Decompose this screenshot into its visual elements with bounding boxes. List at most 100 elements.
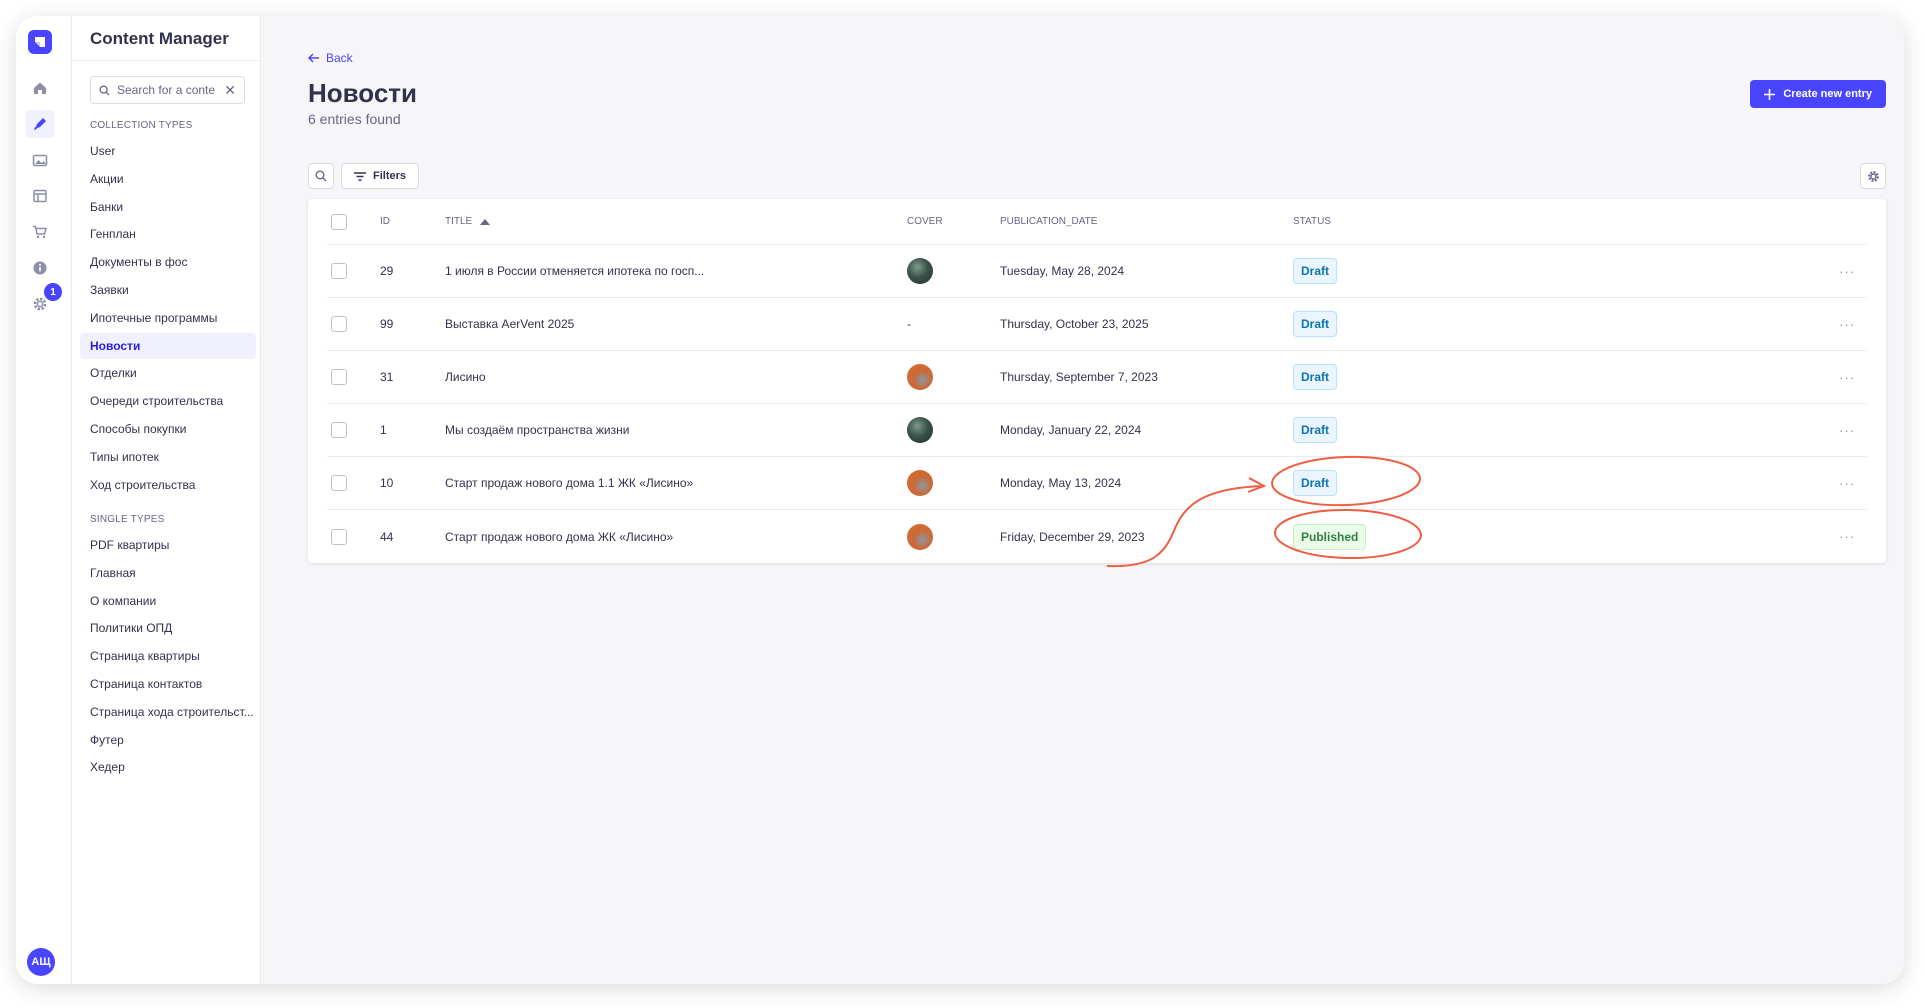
status-badge: Draft [1293, 364, 1338, 390]
filter-icon [354, 171, 366, 181]
single-type-item[interactable]: Хедер [80, 754, 256, 780]
single-types-label: SINGLE TYPES [90, 514, 165, 525]
column-header-id[interactable]: ID [380, 199, 390, 244]
page-title: Новости [308, 78, 418, 108]
cell-title: Выставка AerVent 2025 [445, 317, 575, 331]
single-type-item[interactable]: Страница хода строительст... [80, 699, 256, 725]
row-actions-button[interactable]: ··· [1839, 370, 1855, 385]
filters-button[interactable]: Filters [341, 163, 420, 189]
single-type-item[interactable]: Страница контактов [80, 671, 256, 697]
entries-table: ID TITLE COVER PUBLICATION_DATE STATUS 2… [308, 199, 1886, 563]
cell-publication-date: Tuesday, May 28, 2024 [1000, 264, 1125, 278]
nav-content-manager[interactable] [26, 110, 54, 138]
cover-thumbnail [907, 470, 933, 496]
cell-publication-date: Monday, January 22, 2024 [1000, 423, 1142, 437]
row-actions-button[interactable]: ··· [1839, 529, 1855, 544]
collection-type-item[interactable]: Типы ипотек [80, 444, 256, 470]
table-row[interactable]: 44 Старт продаж нового дома ЖК «Лисино» Fr… [327, 510, 1867, 563]
plus-icon [1764, 88, 1776, 100]
cell-publication-date: Monday, May 13, 2024 [1000, 476, 1122, 490]
search-placeholder: Search for a conte [117, 83, 216, 97]
row-actions-button[interactable]: ··· [1839, 476, 1855, 491]
table-row[interactable]: 29 1 июля в России отменяется ипотека по … [327, 245, 1867, 298]
single-type-item[interactable]: Страница квартиры [80, 643, 256, 669]
single-type-item[interactable]: Главная [80, 560, 256, 586]
row-checkbox[interactable] [331, 263, 347, 279]
row-checkbox[interactable] [331, 316, 347, 332]
user-avatar[interactable]: АЩ [27, 948, 55, 976]
column-header-status: STATUS [1293, 216, 1331, 227]
nav-media-library[interactable] [26, 146, 54, 174]
clear-search-icon[interactable]: ✕ [224, 82, 236, 99]
collection-type-item[interactable]: Акции [80, 166, 256, 192]
table-row[interactable]: 10 Старт продаж нового дома 1.1 ЖК «Лисин… [327, 457, 1867, 510]
status-badge: Draft [1293, 470, 1338, 496]
nav-layout[interactable] [26, 182, 54, 210]
row-actions-button[interactable]: ··· [1839, 317, 1855, 332]
cell-id: 99 [380, 317, 394, 331]
collection-type-item[interactable]: Способы покупки [80, 416, 256, 442]
cell-id: 1 [380, 423, 387, 437]
subnav-search-input[interactable]: Search for a conte ✕ [90, 76, 245, 104]
table-search-button[interactable] [308, 163, 334, 189]
single-type-item[interactable]: Футер [80, 727, 256, 753]
single-type-item[interactable]: PDF квартиры [80, 532, 256, 558]
row-actions-button[interactable]: ··· [1839, 264, 1855, 279]
collection-type-item[interactable]: Ипотечные программы [80, 305, 256, 331]
strapi-logo-icon[interactable] [28, 30, 52, 54]
single-type-item[interactable]: Политики ОПД [80, 615, 256, 641]
column-header-title[interactable]: TITLE [445, 199, 491, 244]
media-library-icon [32, 154, 48, 167]
cover-thumbnail [907, 417, 933, 443]
nav-settings[interactable]: 1 [26, 283, 62, 318]
layout-icon [33, 189, 47, 203]
row-actions-button[interactable]: ··· [1839, 423, 1855, 438]
collection-type-item[interactable]: Банки [80, 194, 256, 220]
row-checkbox[interactable] [331, 475, 347, 491]
select-all-checkbox[interactable] [331, 213, 347, 230]
filters-label: Filters [373, 170, 407, 182]
cell-title: Мы создаём пространства жизни [445, 423, 630, 437]
back-link[interactable]: Back [308, 51, 353, 65]
cell-id: 29 [380, 264, 394, 278]
cell-title: Старт продаж нового дома 1.1 ЖК «Лисино» [445, 476, 694, 490]
table-row[interactable]: 99 Выставка AerVent 2025 - Thursday, Octobe… [327, 298, 1867, 351]
column-header-cover: COVER [907, 216, 943, 227]
table-row[interactable]: 1 Мы создаём пространства жизни Monday, Ja… [327, 404, 1867, 457]
table-settings-button[interactable] [1860, 163, 1886, 189]
entries-count: 6 entries found [308, 111, 401, 127]
home-icon [34, 82, 46, 94]
single-type-item[interactable]: О компании [80, 588, 256, 614]
table-row[interactable]: 31 Лисино Thursday, September 7, 2023 Draft… [327, 351, 1867, 404]
notification-badge: 1 [44, 283, 62, 301]
collection-type-item[interactable]: Отделки [80, 360, 256, 386]
nav-home[interactable] [26, 74, 54, 102]
row-checkbox[interactable] [331, 369, 347, 385]
collection-type-item[interactable]: Документы в фос [80, 249, 256, 275]
cell-publication-date: Thursday, October 23, 2025 [1000, 317, 1149, 331]
column-header-date[interactable]: PUBLICATION_DATE [1000, 199, 1097, 244]
row-checkbox[interactable] [331, 422, 347, 438]
collection-type-item[interactable]: Новости [80, 332, 256, 359]
collection-type-item[interactable]: Генплан [80, 221, 256, 247]
nav-info[interactable] [26, 254, 54, 282]
info-icon [33, 261, 47, 275]
content-manager-icon [34, 118, 46, 130]
collection-type-item[interactable]: User [80, 138, 256, 164]
cell-id: 10 [380, 476, 394, 490]
nav-shopping-cart[interactable] [26, 218, 54, 246]
create-entry-button[interactable]: Create new entry [1750, 80, 1886, 108]
create-entry-label: Create new entry [1783, 88, 1872, 100]
collection-types-label: COLLECTION TYPES [90, 120, 193, 131]
cell-id: 31 [380, 370, 394, 384]
row-checkbox[interactable] [331, 528, 347, 545]
collection-type-item[interactable]: Заявки [80, 277, 256, 303]
cover-thumbnail [907, 258, 933, 284]
table-header-row: ID TITLE COVER PUBLICATION_DATE STATUS [327, 199, 1867, 245]
main-content: Back Новости 6 entries found Create new … [261, 16, 1904, 984]
subnav-title: Content Manager [90, 29, 229, 48]
cell-id: 44 [380, 529, 394, 544]
app-window: 1 АЩ Content Manager Search for a conte … [16, 16, 1904, 984]
collection-type-item[interactable]: Очереди строительства [80, 388, 256, 414]
collection-type-item[interactable]: Ход строительства [80, 472, 256, 498]
